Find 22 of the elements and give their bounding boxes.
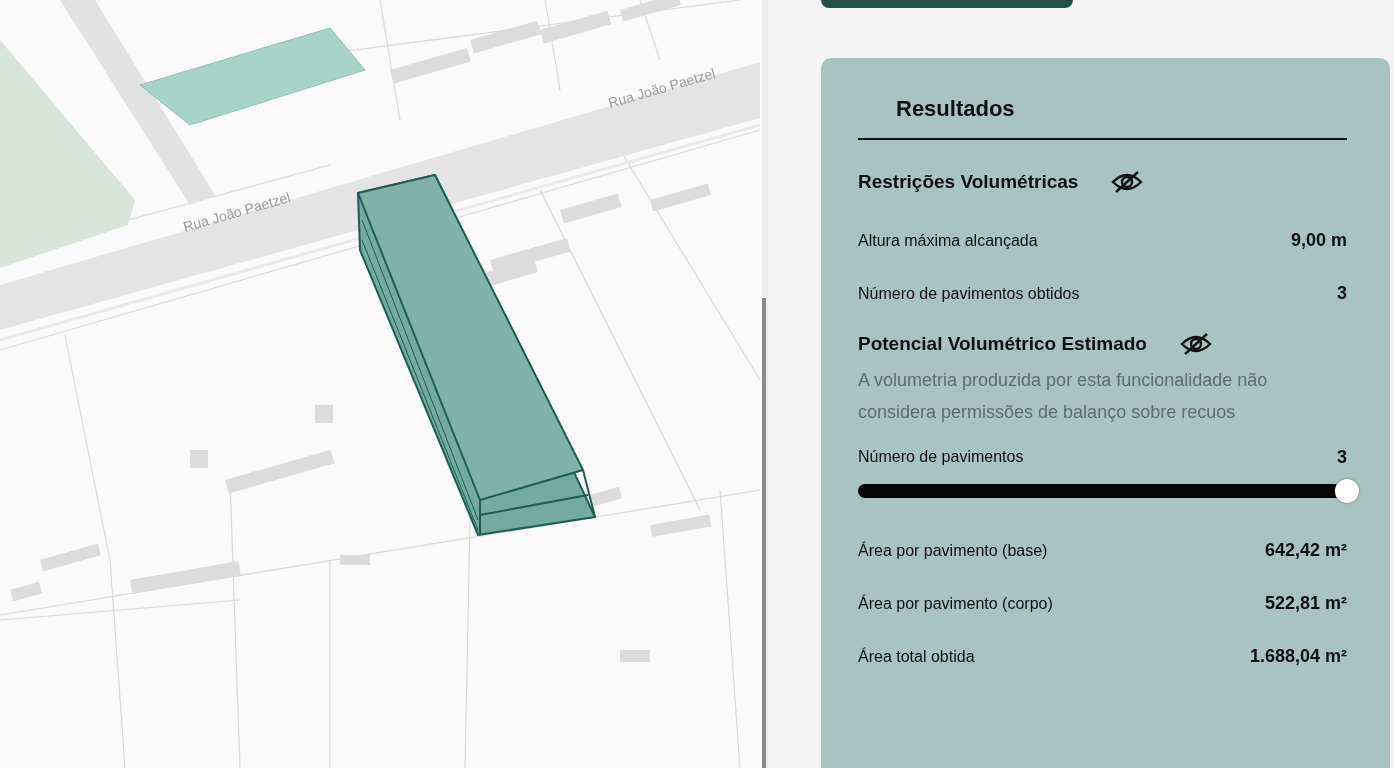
result-label: Área total obtida <box>858 647 975 666</box>
eye-off-icon[interactable] <box>1110 168 1145 196</box>
note-text: A volumetria produzida por esta funcionalidade não considera permissões de balanço sobre recuos <box>858 369 1269 424</box>
result-value: 1.688,04 m² <box>1249 646 1347 667</box>
result-label: Área por pavimento (corpo) <box>858 594 1053 613</box>
slider-label: Número de pavimentos <box>858 448 1024 466</box>
result-value: 522,81 m² <box>1264 593 1347 614</box>
section-title: Restrições Volumétricas <box>858 171 1079 193</box>
street-label: Rua João Paetzel <box>181 189 293 235</box>
result-label: Altura máxima alcançada <box>858 231 1038 250</box>
street-label: Rua João Paetzel <box>606 65 718 111</box>
result-value: 3 <box>1337 283 1347 304</box>
result-label: Número de pavimentos obtidos <box>858 284 1080 303</box>
result-value: 9,00 m <box>1290 230 1347 251</box>
slider-thumb[interactable] <box>1335 479 1359 503</box>
slider-reading: 3 <box>1337 446 1347 468</box>
card-title: Resultados <box>895 96 1016 123</box>
section-title: Potencial Volumétrico Estimado <box>858 333 1147 355</box>
scrollbar[interactable] <box>762 298 766 768</box>
result-label: Área por pavimento (base) <box>858 541 1048 560</box>
result-value: 642,42 m² <box>1264 540 1347 561</box>
eye-off-icon[interactable] <box>1178 330 1213 358</box>
